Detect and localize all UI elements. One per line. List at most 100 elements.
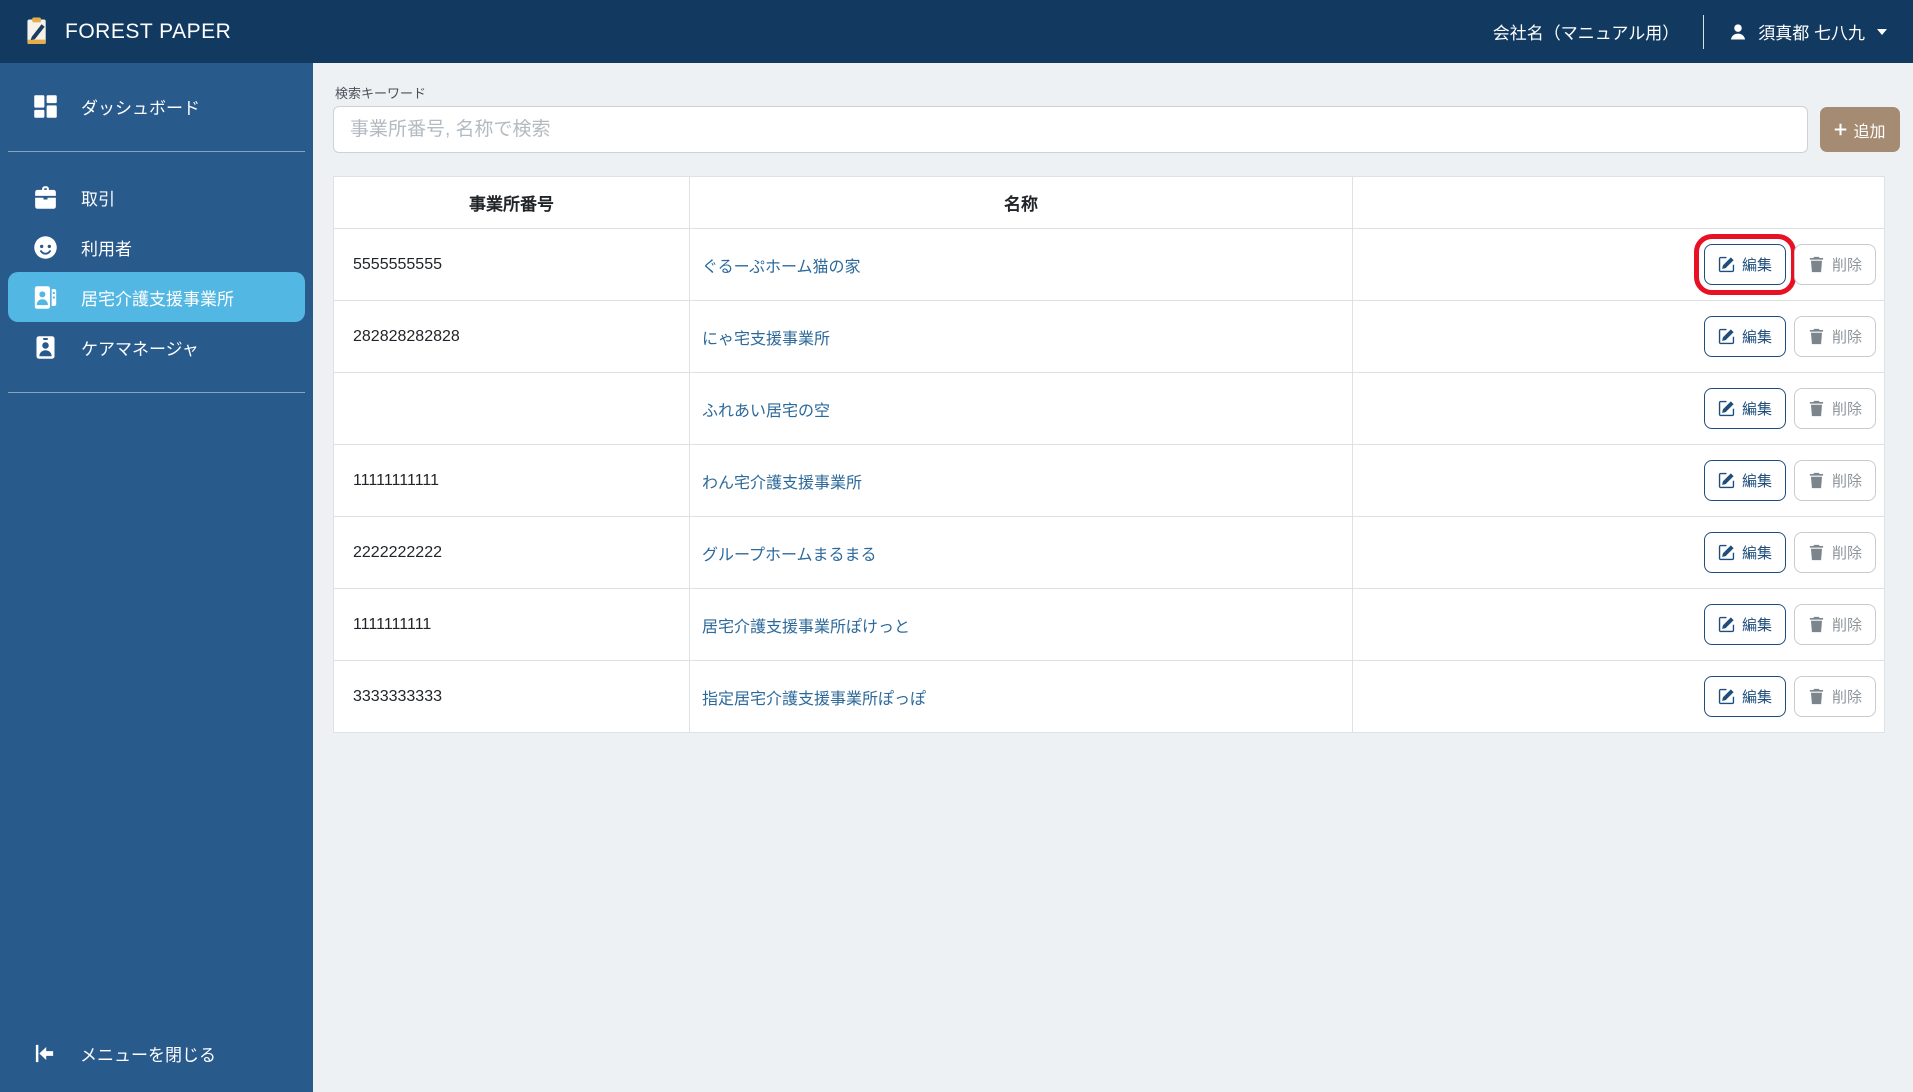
face-icon (32, 234, 59, 261)
delete-button-label: 削除 (1831, 617, 1862, 634)
office-name-cell: グループホームまるまる (689, 516, 1353, 589)
col-header-office-number: 事業所番号 (333, 176, 690, 229)
office-number-cell: 2222222222 (333, 516, 690, 589)
sidebar-item-care-managers[interactable]: ケアマネージャ (8, 322, 305, 372)
office-name-cell: ふれあい居宅の空 (689, 372, 1353, 445)
table-row: 282828282828 にゃ宅支援事業所 編集 削除 (333, 300, 1885, 373)
add-button[interactable]: 追加 (1820, 107, 1900, 152)
pencil-square-icon (1718, 256, 1735, 273)
sidebar-item-care-offices[interactable]: 居宅介護支援事業所 (8, 272, 305, 322)
offices-table: 事業所番号 名称 5555555555 ぐるーぷホーム猫の家 編集 削除 282… (333, 176, 1885, 733)
office-name-link[interactable]: 居宅介護支援事業所ぽけっと (702, 619, 910, 636)
brand[interactable]: FOREST PAPER (26, 17, 231, 46)
sidebar-item-label: ダッシュボード (81, 98, 200, 118)
delete-button-label: 削除 (1831, 545, 1862, 562)
trash-icon (1808, 472, 1825, 489)
clipboard-pencil-icon (26, 17, 51, 46)
actions-cell: 編集 削除 (1352, 444, 1885, 517)
edit-button-label: 編集 (1741, 329, 1772, 346)
company-name: 会社名（マニュアル用） (1492, 24, 1680, 43)
edit-button[interactable]: 編集 (1703, 316, 1786, 357)
edit-button[interactable]: 編集 (1703, 604, 1786, 645)
actions-cell: 編集 削除 (1352, 372, 1885, 445)
delete-button-label: 削除 (1831, 329, 1862, 346)
trash-icon (1808, 616, 1825, 633)
add-button-label: 追加 (1853, 123, 1886, 141)
delete-button[interactable]: 削除 (1793, 388, 1876, 429)
trash-icon (1808, 688, 1825, 705)
office-card-icon (32, 284, 59, 311)
table-row: 1111111111 居宅介護支援事業所ぽけっと 編集 削除 (333, 588, 1885, 661)
briefcase-icon (32, 184, 59, 211)
office-number-cell: 11111111111 (333, 444, 690, 517)
actions-cell: 編集 削除 (1352, 300, 1885, 373)
table-row: 5555555555 ぐるーぷホーム猫の家 編集 削除 (333, 228, 1885, 301)
office-name-link[interactable]: わん宅介護支援事業所 (702, 475, 862, 492)
edit-button-label: 編集 (1741, 473, 1772, 490)
table-row: 2222222222 グループホームまるまる 編集 削除 (333, 516, 1885, 589)
edit-button[interactable]: 編集 (1693, 234, 1796, 295)
office-name-link[interactable]: ぐるーぷホーム猫の家 (702, 259, 861, 276)
actions-cell: 編集 削除 (1352, 660, 1885, 733)
sidebar-item-label: ケアマネージャ (81, 339, 199, 359)
delete-button[interactable]: 削除 (1793, 316, 1876, 357)
actions-cell: 編集 削除 (1352, 228, 1885, 301)
close-menu-button[interactable]: メニューを閉じる (0, 1028, 313, 1078)
sidebar-divider (8, 151, 305, 152)
plus-icon (1834, 123, 1847, 136)
person-icon (1728, 22, 1748, 42)
col-header-actions (1352, 176, 1885, 229)
trash-icon (1808, 256, 1825, 273)
app-header: FOREST PAPER 会社名（マニュアル用） 須真都 七八九 (0, 0, 1913, 63)
sidebar-item-label: 取引 (81, 189, 115, 209)
delete-button[interactable]: 削除 (1793, 604, 1876, 645)
office-name-cell: ぐるーぷホーム猫の家 (689, 228, 1353, 301)
office-number-cell (333, 372, 690, 445)
office-name-link[interactable]: 指定居宅介護支援事業所ぽっぽ (702, 691, 926, 708)
delete-button[interactable]: 削除 (1793, 244, 1876, 285)
delete-button[interactable]: 削除 (1793, 532, 1876, 573)
search-label: 検索キーワード (335, 86, 427, 101)
pencil-square-icon (1718, 616, 1735, 633)
user-menu[interactable]: 須真都 七八九 (1728, 19, 1887, 44)
edit-button-label: 編集 (1741, 401, 1772, 418)
edit-button[interactable]: 編集 (1703, 388, 1786, 429)
delete-button-label: 削除 (1831, 689, 1862, 706)
search-input[interactable] (333, 106, 1808, 153)
office-name-link[interactable]: グループホームまるまる (702, 547, 877, 564)
actions-cell: 編集 削除 (1352, 516, 1885, 589)
table-row: 3333333333 指定居宅介護支援事業所ぽっぽ 編集 削除 (333, 660, 1885, 733)
dashboard-icon (32, 93, 59, 120)
collapse-left-icon (33, 1042, 56, 1065)
office-name-link[interactable]: にゃ宅支援事業所 (702, 331, 830, 348)
office-number-cell: 282828282828 (333, 300, 690, 373)
sidebar-item-users[interactable]: 利用者 (8, 222, 305, 272)
office-name-link[interactable]: ふれあい居宅の空 (702, 403, 830, 420)
sidebar-item-label: 利用者 (81, 239, 132, 259)
table-row: ふれあい居宅の空 編集 削除 (333, 372, 1885, 445)
pencil-square-icon (1718, 544, 1735, 561)
delete-button-label: 削除 (1831, 473, 1862, 490)
main-content: 検索キーワード 追加 事業所番号 名称 5555555555 (313, 63, 1913, 1092)
pencil-square-icon (1718, 688, 1735, 705)
edit-button-label: 編集 (1741, 617, 1772, 634)
office-name-cell: わん宅介護支援事業所 (689, 444, 1353, 517)
table-row: 11111111111 わん宅介護支援事業所 編集 削除 (333, 444, 1885, 517)
trash-icon (1808, 400, 1825, 417)
sidebar-item-transactions[interactable]: 取引 (8, 172, 305, 222)
close-menu-label: メニューを閉じる (80, 1045, 216, 1065)
delete-button[interactable]: 削除 (1793, 460, 1876, 501)
office-name-cell: 指定居宅介護支援事業所ぽっぽ (689, 660, 1353, 733)
edit-button[interactable]: 編集 (1703, 676, 1786, 717)
sidebar-item-dashboard[interactable]: ダッシュボード (8, 81, 305, 131)
col-header-name: 名称 (689, 176, 1353, 229)
caret-down-icon (1877, 28, 1887, 35)
delete-button[interactable]: 削除 (1793, 676, 1876, 717)
edit-button[interactable]: 編集 (1703, 460, 1786, 501)
trash-icon (1808, 328, 1825, 345)
id-badge-icon (32, 334, 59, 361)
pencil-square-icon (1718, 472, 1735, 489)
pencil-square-icon (1718, 328, 1735, 345)
edit-button[interactable]: 編集 (1703, 532, 1786, 573)
app-title: FOREST PAPER (65, 19, 232, 43)
